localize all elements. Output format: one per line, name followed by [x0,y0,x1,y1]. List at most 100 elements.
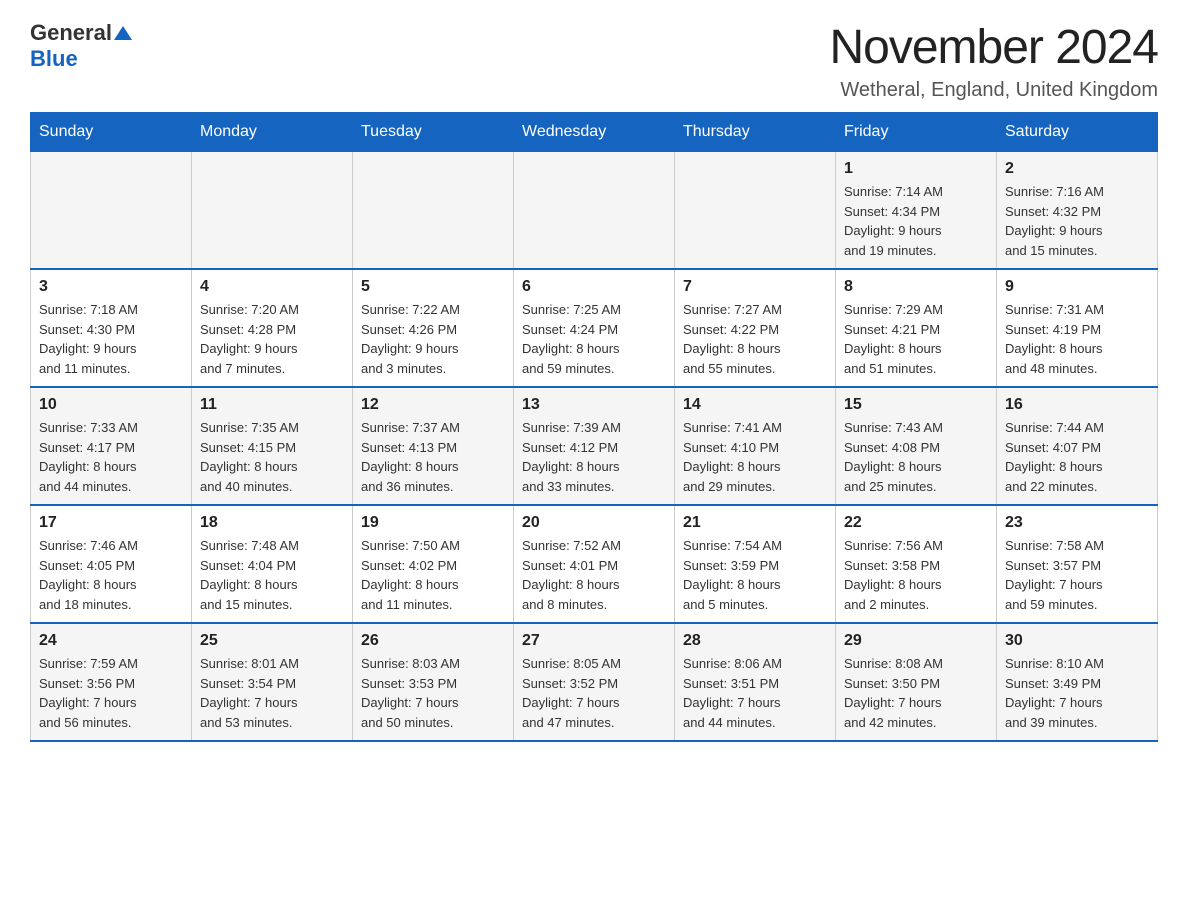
day-number: 5 [361,278,505,296]
calendar-cell [514,152,675,270]
calendar-cell: 6 Sunrise: 7:25 AMSunset: 4:24 PMDaylight… [514,269,675,387]
calendar-cell: 12Sunrise: 7:37 AMSunset: 4:13 PMDayligh… [353,387,514,505]
day-info: Sunrise: 7:46 AMSunset: 4:05 PMDaylight:… [39,536,183,614]
day-number: 10 [39,396,183,414]
calendar-week-row: 17 Sunrise: 7:46 AMSunset: 4:05 PMDayligh… [31,505,1158,623]
day-info: Sunrise: 7:48 AMSunset: 4:04 PMDaylight:… [200,536,344,614]
day-info: Sunrise: 7:18 AMSunset: 4:30 PMDaylight:… [39,300,183,378]
day-info: Sunrise: 7:58 AMSunset: 3:57 PMDaylight:… [1005,536,1149,614]
day-info: Sunrise: 8:03 AMSunset: 3:53 PMDaylight:… [361,654,505,732]
calendar-cell: 8Sunrise: 7:29 AMSunset: 4:21 PMDaylight… [836,269,997,387]
calendar-cell [192,152,353,270]
column-header-tuesday: Tuesday [353,113,514,152]
day-number: 2 [1005,160,1149,178]
day-number: 30 [1005,632,1149,650]
calendar-week-row: 10 Sunrise: 7:33 AMSunset: 4:17 PMDayligh… [31,387,1158,505]
day-number: 23 [1005,514,1149,532]
calendar-cell: 15 Sunrise: 7:43 AMSunset: 4:08 PMDayligh… [836,387,997,505]
day-info: Sunrise: 7:31 AMSunset: 4:19 PMDaylight:… [1005,300,1149,378]
day-number: 16 [1005,396,1149,414]
day-info: Sunrise: 7:44 AMSunset: 4:07 PMDaylight:… [1005,418,1149,496]
day-info: Sunrise: 7:35 AMSunset: 4:15 PMDaylight:… [200,418,344,496]
calendar-cell: 9 Sunrise: 7:31 AMSunset: 4:19 PMDaylight… [997,269,1158,387]
calendar-title: November 2024 [829,20,1158,75]
calendar-cell: 3 Sunrise: 7:18 AMSunset: 4:30 PMDaylight… [31,269,192,387]
calendar-cell: 24 Sunrise: 7:59 AMSunset: 3:56 PMDayligh… [31,623,192,741]
calendar-cell: 23 Sunrise: 7:58 AMSunset: 3:57 PMDayligh… [997,505,1158,623]
day-info: Sunrise: 7:59 AMSunset: 3:56 PMDaylight:… [39,654,183,732]
calendar-header-row: SundayMondayTuesdayWednesdayThursdayFrid… [31,113,1158,152]
calendar-cell: 2Sunrise: 7:16 AMSunset: 4:32 PMDaylight… [997,152,1158,270]
calendar-cell: 28 Sunrise: 8:06 AMSunset: 3:51 PMDayligh… [675,623,836,741]
day-info: Sunrise: 7:33 AMSunset: 4:17 PMDaylight:… [39,418,183,496]
calendar-cell: 30 Sunrise: 8:10 AMSunset: 3:49 PMDayligh… [997,623,1158,741]
day-info: Sunrise: 8:05 AMSunset: 3:52 PMDaylight:… [522,654,666,732]
day-number: 14 [683,396,827,414]
day-info: Sunrise: 7:41 AMSunset: 4:10 PMDaylight:… [683,418,827,496]
calendar-cell: 14 Sunrise: 7:41 AMSunset: 4:10 PMDayligh… [675,387,836,505]
day-number: 18 [200,514,344,532]
calendar-cell: 25Sunrise: 8:01 AMSunset: 3:54 PMDayligh… [192,623,353,741]
calendar-subtitle: Wetheral, England, United Kingdom [829,79,1158,102]
logo-general: General [30,20,112,46]
day-number: 4 [200,278,344,296]
calendar-cell: 16 Sunrise: 7:44 AMSunset: 4:07 PMDayligh… [997,387,1158,505]
calendar-cell: 17 Sunrise: 7:46 AMSunset: 4:05 PMDayligh… [31,505,192,623]
day-info: Sunrise: 7:27 AMSunset: 4:22 PMDaylight:… [683,300,827,378]
logo-triangle-icon [114,24,132,42]
day-info: Sunrise: 8:10 AMSunset: 3:49 PMDaylight:… [1005,654,1149,732]
day-number: 9 [1005,278,1149,296]
day-number: 21 [683,514,827,532]
calendar-week-row: 24 Sunrise: 7:59 AMSunset: 3:56 PMDayligh… [31,623,1158,741]
day-info: Sunrise: 7:52 AMSunset: 4:01 PMDaylight:… [522,536,666,614]
day-number: 22 [844,514,988,532]
calendar-cell [675,152,836,270]
calendar-cell [31,152,192,270]
calendar-cell: 19 Sunrise: 7:50 AMSunset: 4:02 PMDayligh… [353,505,514,623]
day-info: Sunrise: 7:25 AMSunset: 4:24 PMDaylight:… [522,300,666,378]
day-number: 11 [200,396,344,414]
day-info: Sunrise: 7:54 AMSunset: 3:59 PMDaylight:… [683,536,827,614]
page-header: General Blue November 2024 Wetheral, Eng… [30,20,1158,102]
day-info: Sunrise: 7:14 AMSunset: 4:34 PMDaylight:… [844,182,988,260]
day-number: 29 [844,632,988,650]
day-info: Sunrise: 8:06 AMSunset: 3:51 PMDaylight:… [683,654,827,732]
day-number: 7 [683,278,827,296]
column-header-saturday: Saturday [997,113,1158,152]
day-number: 13 [522,396,666,414]
day-number: 27 [522,632,666,650]
day-number: 19 [361,514,505,532]
calendar-week-row: 3 Sunrise: 7:18 AMSunset: 4:30 PMDaylight… [31,269,1158,387]
calendar-cell: 29 Sunrise: 8:08 AMSunset: 3:50 PMDayligh… [836,623,997,741]
day-info: Sunrise: 8:08 AMSunset: 3:50 PMDaylight:… [844,654,988,732]
calendar-cell: 13Sunrise: 7:39 AMSunset: 4:12 PMDayligh… [514,387,675,505]
day-number: 20 [522,514,666,532]
day-number: 6 [522,278,666,296]
column-header-sunday: Sunday [31,113,192,152]
calendar-cell: 5 Sunrise: 7:22 AMSunset: 4:26 PMDaylight… [353,269,514,387]
day-number: 8 [844,278,988,296]
calendar-cell: 7 Sunrise: 7:27 AMSunset: 4:22 PMDaylight… [675,269,836,387]
day-number: 24 [39,632,183,650]
day-number: 17 [39,514,183,532]
calendar-cell: 1 Sunrise: 7:14 AMSunset: 4:34 PMDaylight… [836,152,997,270]
calendar-cell: 26Sunrise: 8:03 AMSunset: 3:53 PMDayligh… [353,623,514,741]
day-number: 28 [683,632,827,650]
day-info: Sunrise: 7:20 AMSunset: 4:28 PMDaylight:… [200,300,344,378]
day-info: Sunrise: 7:43 AMSunset: 4:08 PMDaylight:… [844,418,988,496]
day-info: Sunrise: 7:37 AMSunset: 4:13 PMDaylight:… [361,418,505,496]
day-number: 3 [39,278,183,296]
day-info: Sunrise: 7:50 AMSunset: 4:02 PMDaylight:… [361,536,505,614]
calendar-cell [353,152,514,270]
title-section: November 2024 Wetheral, England, United … [829,20,1158,102]
calendar-table: SundayMondayTuesdayWednesdayThursdayFrid… [30,112,1158,742]
day-number: 1 [844,160,988,178]
calendar-cell: 20 Sunrise: 7:52 AMSunset: 4:01 PMDayligh… [514,505,675,623]
calendar-cell: 18 Sunrise: 7:48 AMSunset: 4:04 PMDayligh… [192,505,353,623]
calendar-week-row: 1 Sunrise: 7:14 AMSunset: 4:34 PMDaylight… [31,152,1158,270]
column-header-wednesday: Wednesday [514,113,675,152]
column-header-monday: Monday [192,113,353,152]
day-number: 15 [844,396,988,414]
day-info: Sunrise: 7:22 AMSunset: 4:26 PMDaylight:… [361,300,505,378]
logo: General Blue [30,20,132,72]
